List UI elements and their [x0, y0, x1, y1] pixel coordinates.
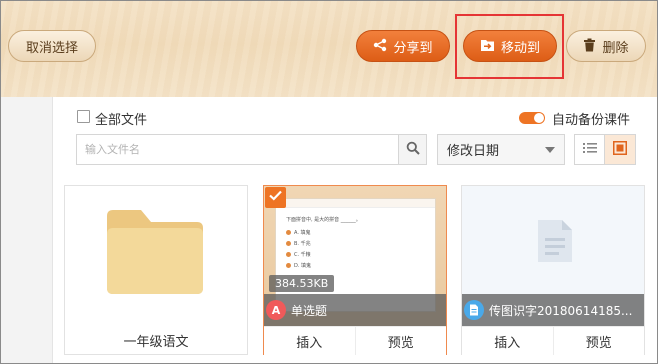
- preview-option: A. 填鬼: [286, 229, 311, 236]
- move-button-highlight: [455, 14, 564, 79]
- preview-question: 下面拼音中, 是大的拼音 ______。: [286, 217, 361, 223]
- cancel-selection-button[interactable]: 取消选择: [8, 30, 96, 62]
- preview-option: C. 千粮: [286, 251, 311, 258]
- preview-option: B. 千兆: [286, 240, 311, 247]
- insert-button[interactable]: 插入: [264, 327, 355, 355]
- file-thumbnail: 下面拼音中, 是大的拼音 ______。 A. 填鬼 B. 千兆 C. 千粮 D…: [264, 186, 446, 326]
- preview-button[interactable]: 预览: [552, 327, 645, 355]
- preview-button[interactable]: 预览: [354, 327, 447, 355]
- trash-icon: [583, 38, 596, 55]
- cancel-selection-label: 取消选择: [25, 39, 78, 55]
- card-actions: 插入 预览: [264, 326, 446, 355]
- delete-button[interactable]: 删除: [566, 30, 646, 62]
- window: 取消选择 分享到 移动到 删除 全部文件 自动备份课件 输入文件名 修改日期 一…: [0, 0, 658, 364]
- view-mode-toggle: [574, 134, 636, 165]
- folder-card[interactable]: 一年级语文: [64, 185, 248, 355]
- file-size-badge: 384.53KB: [269, 275, 335, 292]
- preview-option: D. 填鬼: [286, 262, 311, 269]
- file-name: 单选题: [291, 303, 328, 318]
- document-type-icon: [464, 300, 484, 320]
- file-name: 传图识字20180614185...: [489, 303, 633, 318]
- preview-header: [276, 199, 435, 208]
- delete-label: 删除: [602, 39, 629, 55]
- search-button[interactable]: [398, 135, 426, 164]
- folder-name: 一年级语文: [123, 335, 189, 350]
- auto-backup-label: 自动备份课件: [552, 113, 631, 128]
- chevron-down-icon: [545, 147, 555, 153]
- checkmark-icon: [269, 190, 282, 205]
- auto-backup-toggle[interactable]: [519, 112, 545, 124]
- file-title-bar: 传图识字20180614185...: [462, 294, 644, 326]
- search-icon: [406, 141, 420, 159]
- sort-selected-label: 修改日期: [447, 144, 500, 159]
- share-button[interactable]: 分享到: [356, 30, 450, 62]
- toggle-knob: [534, 113, 544, 123]
- all-files-label: 全部文件: [95, 113, 148, 128]
- file-card-selected[interactable]: 下面拼音中, 是大的拼音 ______。 A. 填鬼 B. 千兆 C. 千粮 D…: [263, 185, 447, 355]
- grid-view-button[interactable]: [605, 135, 635, 164]
- card-actions: 插入 预览: [462, 326, 644, 355]
- search-box: [76, 134, 427, 165]
- quiz-type-icon: A: [266, 300, 286, 320]
- insert-button[interactable]: 插入: [462, 327, 553, 355]
- file-card[interactable]: 传图识字20180614185... 插入 预览: [461, 185, 645, 355]
- list-view-button[interactable]: [575, 135, 605, 164]
- left-sidebar-edge: [1, 97, 53, 363]
- list-icon: [582, 142, 597, 158]
- sort-dropdown[interactable]: 修改日期: [437, 134, 565, 165]
- file-thumbnail: 传图识字20180614185...: [462, 186, 644, 326]
- search-input[interactable]: [77, 135, 399, 164]
- grid-icon: [613, 140, 627, 159]
- select-all-checkbox[interactable]: [77, 110, 90, 123]
- share-icon: [373, 38, 387, 55]
- file-title-bar: A 单选题: [264, 294, 446, 326]
- share-label: 分享到: [393, 39, 433, 55]
- selected-checkbox[interactable]: [265, 187, 286, 208]
